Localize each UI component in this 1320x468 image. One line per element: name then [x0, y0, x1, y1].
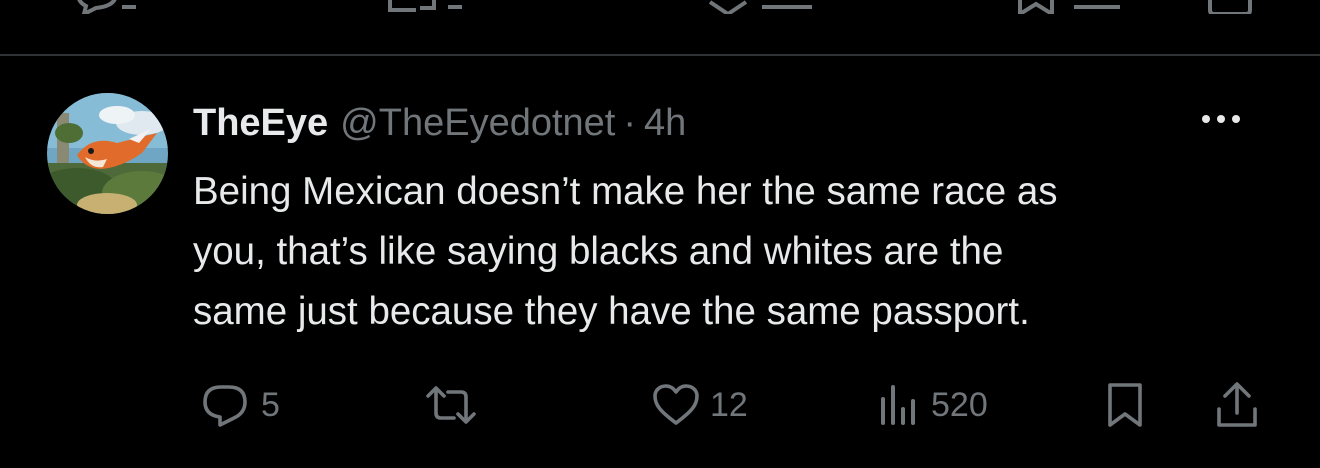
previous-repost-icon[interactable] [386, 0, 476, 14]
previous-bookmark-icon[interactable] [1206, 0, 1256, 14]
display-name[interactable]: TheEye [193, 102, 328, 145]
share-button[interactable] [1213, 380, 1261, 430]
views-button[interactable]: 520 [877, 380, 988, 430]
timestamp[interactable]: 4h [644, 102, 686, 145]
reply-count: 5 [261, 385, 280, 424]
tweet-text: Being Mexican doesn’t make her the same … [193, 162, 1273, 342]
separator-dot: · [623, 101, 637, 144]
avatar[interactable] [47, 93, 168, 214]
user-handle[interactable]: @TheEyedotnet [340, 102, 615, 145]
previous-like-icon[interactable] [706, 0, 816, 14]
like-count: 12 [710, 385, 748, 424]
reply-icon [203, 385, 247, 427]
repost-button[interactable] [424, 380, 488, 430]
avatar-image [47, 93, 168, 214]
more-button[interactable] [1198, 106, 1244, 132]
previous-views-icon[interactable] [1016, 0, 1126, 14]
tweet-actions: 5 12 520 [0, 380, 1320, 430]
tweet-header: TheEye @TheEyedotnet · 4h [193, 98, 686, 148]
like-button[interactable]: 12 [652, 380, 748, 430]
bookmark-icon [1108, 383, 1142, 427]
views-count: 520 [931, 385, 988, 424]
timeline: TheEye @TheEyedotnet · 4h Being Mexican … [0, 0, 1320, 468]
tweet-text-line: you, that’s like saying blacks and white… [193, 230, 1004, 273]
bookmark-button[interactable] [1105, 380, 1145, 430]
previous-tweet-actions [0, 0, 1320, 14]
repost-icon [426, 386, 476, 424]
views-icon [881, 385, 915, 425]
more-icon [1202, 115, 1240, 123]
tweet-text-line: Being Mexican doesn’t make her the same … [193, 170, 1058, 213]
previous-reply-icon[interactable] [72, 0, 142, 14]
tweet-divider [0, 54, 1320, 56]
reply-button[interactable]: 5 [201, 380, 280, 430]
share-icon [1217, 382, 1257, 427]
heart-icon [653, 384, 699, 425]
tweet-text-line: same just because they have the same pas… [193, 290, 1030, 333]
